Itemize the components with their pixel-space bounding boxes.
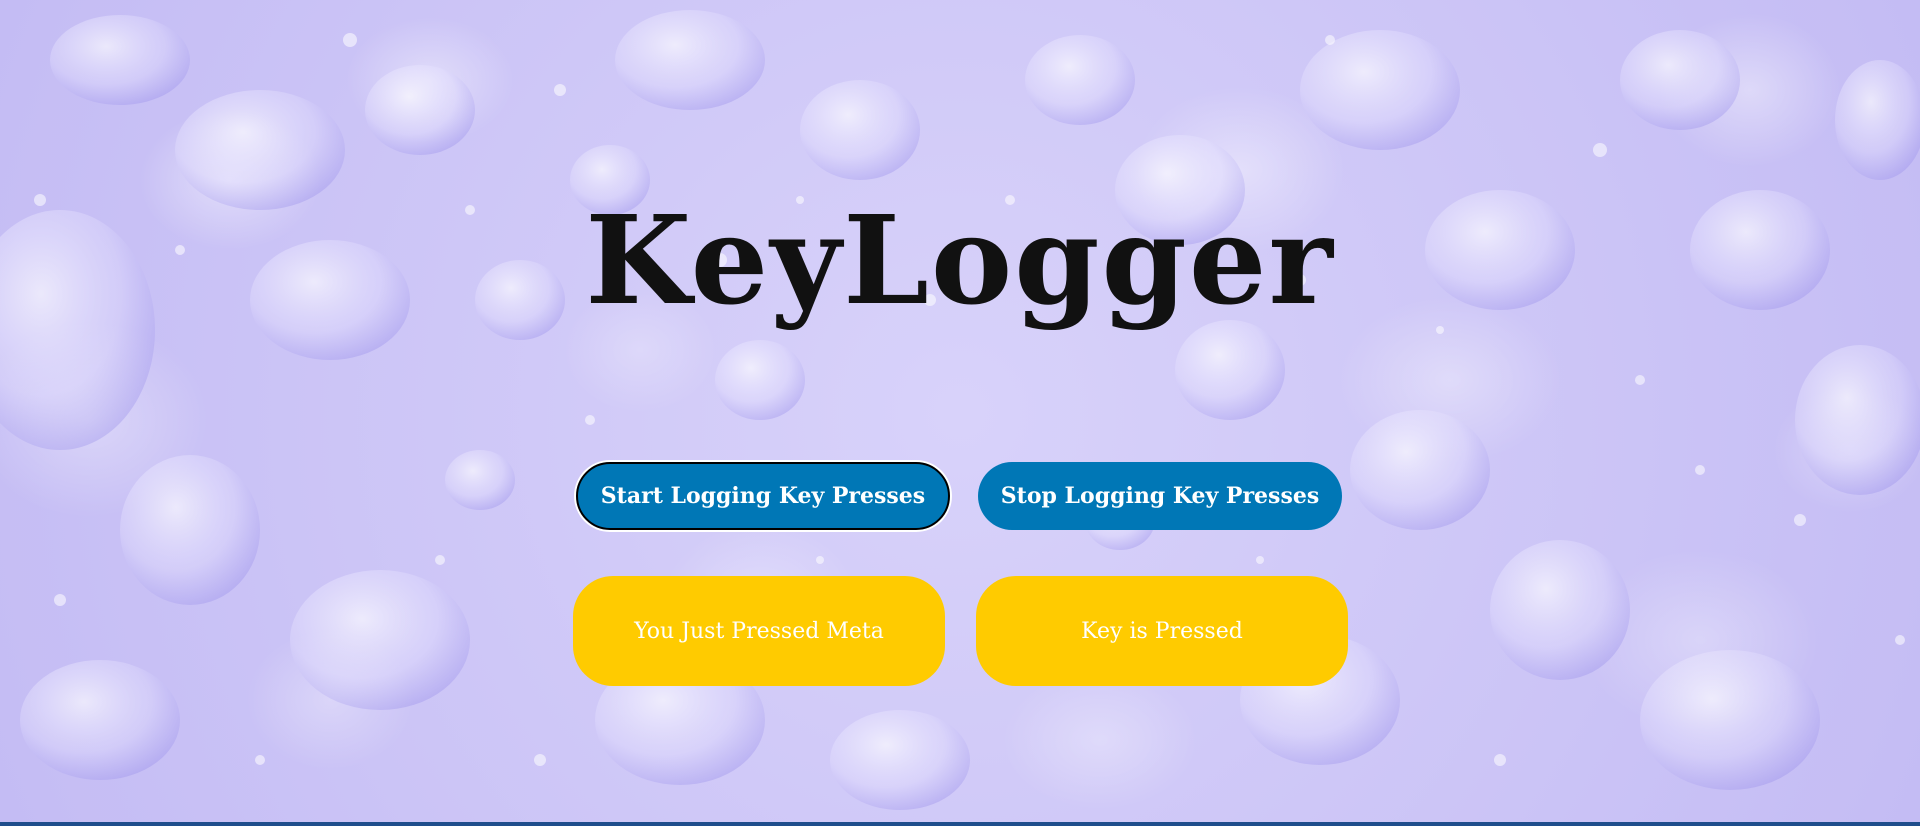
bottom-border bbox=[0, 822, 1920, 826]
start-logging-button[interactable]: Start Logging Key Presses bbox=[576, 462, 950, 530]
stop-logging-button[interactable]: Stop Logging Key Presses bbox=[978, 462, 1342, 530]
water-drops-background bbox=[0, 10, 1920, 810]
page-title: KeyLogger bbox=[585, 188, 1335, 332]
last-key-display: You Just Pressed Meta bbox=[573, 576, 945, 686]
key-status-display: Key is Pressed bbox=[976, 576, 1348, 686]
